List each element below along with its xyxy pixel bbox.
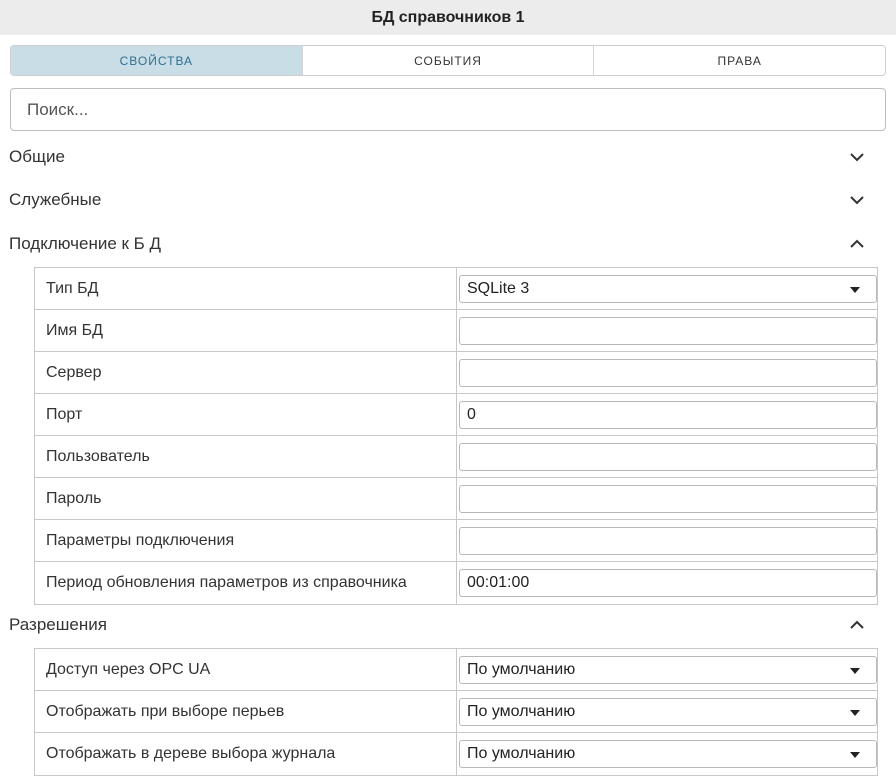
section-service-label: Служебные bbox=[9, 190, 102, 209]
property-label: Сервер bbox=[35, 352, 457, 393]
property-row-refresh-period: Период обновления параметров из справочн… bbox=[35, 562, 877, 604]
property-label: Порт bbox=[35, 394, 457, 435]
connection-properties-grid: Тип БД SQLite 3 Имя БД Сервер Порт 0 Пол… bbox=[34, 267, 878, 605]
tab-properties[interactable]: СВОЙСТВА bbox=[11, 46, 303, 75]
tab-bar: СВОЙСТВА СОБЫТИЯ ПРАВА bbox=[10, 45, 886, 76]
chevron-up-icon[interactable] bbox=[849, 236, 865, 252]
section-general-header[interactable]: Общие bbox=[0, 142, 896, 172]
select-value: По умолчанию bbox=[467, 702, 576, 720]
select-value: SQLite 3 bbox=[467, 279, 530, 297]
connection-params-field[interactable] bbox=[459, 526, 877, 555]
chevron-down-icon[interactable] bbox=[849, 192, 865, 208]
property-label: Параметры подключения bbox=[35, 520, 457, 561]
property-label: Пароль bbox=[35, 478, 457, 519]
search-input[interactable] bbox=[10, 88, 886, 131]
dropdown-arrow-icon bbox=[850, 667, 860, 674]
property-label: Имя БД bbox=[35, 310, 457, 351]
dropdown-arrow-icon bbox=[850, 709, 860, 716]
property-label: Отображать в дереве выбора журнала bbox=[35, 733, 457, 775]
user-field[interactable] bbox=[459, 442, 877, 471]
dropdown-arrow-icon bbox=[850, 286, 860, 293]
password-field[interactable] bbox=[459, 484, 877, 513]
property-label: Пользователь bbox=[35, 436, 457, 477]
show-in-journal-tree-select[interactable]: По умолчанию bbox=[459, 740, 877, 768]
db-type-select[interactable]: SQLite 3 bbox=[459, 274, 877, 303]
permissions-properties-grid: Доступ через OPC UA По умолчанию Отображ… bbox=[34, 648, 878, 776]
property-row-opc-ua-access: Доступ через OPC UA По умолчанию bbox=[35, 649, 877, 691]
dropdown-arrow-icon bbox=[850, 752, 860, 758]
property-row-show-in-pen-selection: Отображать при выборе перьев По умолчани… bbox=[35, 691, 877, 733]
select-value: По умолчанию bbox=[467, 745, 576, 762]
property-row-show-in-journal-tree: Отображать в дереве выбора журнала По ум… bbox=[35, 733, 877, 775]
section-general-label: Общие bbox=[9, 147, 65, 166]
chevron-down-icon[interactable] bbox=[849, 149, 865, 165]
window-titlebar: БД справочников 1 bbox=[0, 0, 896, 35]
window-title: БД справочников 1 bbox=[371, 8, 525, 26]
property-row-db-name: Имя БД bbox=[35, 310, 877, 352]
section-connection-header[interactable]: Подключение к Б Д bbox=[0, 229, 896, 259]
property-row-password: Пароль bbox=[35, 478, 877, 520]
property-row-server: Сервер bbox=[35, 352, 877, 394]
section-connection-label: Подключение к Б Д bbox=[9, 234, 162, 253]
chevron-up-icon[interactable] bbox=[849, 617, 865, 633]
server-field[interactable] bbox=[459, 358, 877, 387]
property-row-user: Пользователь bbox=[35, 436, 877, 478]
opc-ua-access-select[interactable]: По умолчанию bbox=[459, 655, 877, 684]
tab-rights[interactable]: ПРАВА bbox=[594, 46, 885, 75]
property-label: Тип БД bbox=[35, 268, 457, 309]
property-row-connection-params: Параметры подключения bbox=[35, 520, 877, 562]
section-service-header[interactable]: Служебные bbox=[0, 185, 896, 215]
section-permissions-label: Разрешения bbox=[9, 615, 107, 634]
property-label: Период обновления параметров из справочн… bbox=[35, 562, 457, 604]
select-value: По умолчанию bbox=[467, 660, 576, 678]
show-in-pen-selection-select[interactable]: По умолчанию bbox=[459, 697, 877, 726]
tab-events[interactable]: СОБЫТИЯ bbox=[303, 46, 595, 75]
section-permissions-header[interactable]: Разрешения bbox=[0, 610, 896, 640]
property-row-db-type: Тип БД SQLite 3 bbox=[35, 268, 877, 310]
property-label: Доступ через OPC UA bbox=[35, 649, 457, 690]
db-name-field[interactable] bbox=[459, 316, 877, 345]
property-label: Отображать при выборе перьев bbox=[35, 691, 457, 732]
property-row-port: Порт 0 bbox=[35, 394, 877, 436]
port-field[interactable]: 0 bbox=[459, 400, 877, 429]
refresh-period-field[interactable]: 00:01:00 bbox=[459, 569, 877, 597]
